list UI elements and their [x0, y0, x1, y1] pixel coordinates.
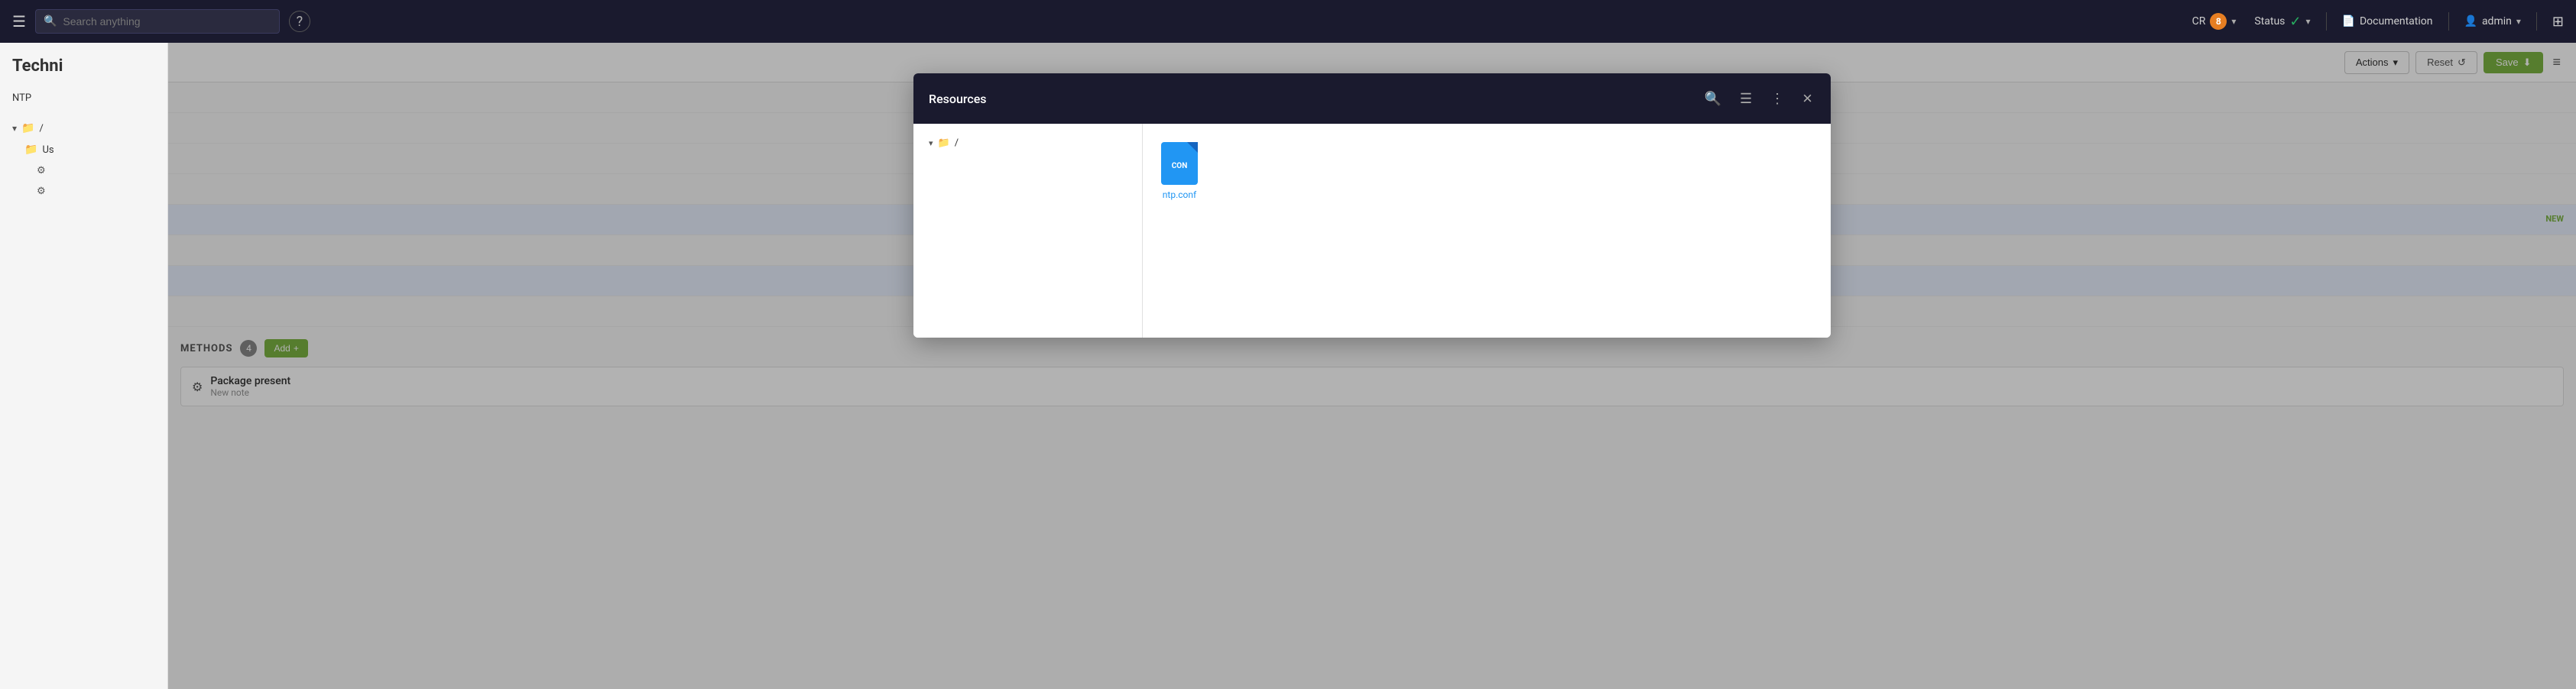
file-icon: CON [1161, 142, 1198, 185]
admin-icon: 👤 [2464, 15, 2477, 27]
admin-menu[interactable]: 👤 admin ▾ [2464, 15, 2521, 27]
folder-chevron-icon: ▾ [12, 123, 17, 134]
modal-header-actions: 🔍 ☰ ⋮ × [1702, 86, 1815, 112]
modal-close-button[interactable]: × [1799, 86, 1815, 112]
modal-body: ▾ 📁 / CON ntp.conf [913, 124, 1831, 338]
nav-divider-2 [2448, 12, 2449, 31]
modal-header: Resources 🔍 ☰ ⋮ × [913, 73, 1831, 124]
nav-divider-3 [2536, 12, 2537, 31]
status-check-icon: ✓ [2289, 14, 2301, 30]
file-icon-label: CON [1172, 162, 1188, 170]
admin-chevron-icon[interactable]: ▾ [2516, 16, 2521, 27]
nav-divider [2326, 12, 2327, 31]
sidebar-folder-us[interactable]: 📁 Us [0, 139, 167, 160]
doc-icon: 📄 [2342, 15, 2355, 27]
modal-folder-icon: 📁 [938, 137, 950, 149]
cr-count-badge: 8 [2210, 13, 2227, 30]
modal-overlay[interactable]: Resources 🔍 ☰ ⋮ × ▾ 📁 [168, 43, 2576, 689]
help-button[interactable]: ? [289, 11, 310, 32]
gear-icon-2: ⚙ [37, 186, 46, 197]
sidebar-folder-root[interactable]: ▾ 📁 / [0, 118, 167, 139]
modal-folder-chevron-icon: ▾ [929, 138, 933, 148]
folder-root-label: / [39, 123, 43, 134]
main-area: Techni NTP ▾ 📁 / 📁 Us ⚙ ⚙ Actions [0, 43, 2576, 689]
modal-sidebar: ▾ 📁 / [913, 124, 1143, 338]
gear-icon-1: ⚙ [37, 165, 46, 176]
modal-content: CON ntp.conf [1143, 124, 1831, 338]
hamburger-icon[interactable]: ☰ [12, 12, 26, 31]
doc-label: Documentation [2360, 15, 2433, 27]
sidebar-ntp-label: NTP [12, 92, 31, 104]
documentation-link[interactable]: 📄 Documentation [2342, 15, 2433, 27]
sidebar-gear-2[interactable]: ⚙ [0, 181, 167, 202]
navbar: ☰ 🔍 ? CR 8 ▾ Status ✓ ▾ 📄 Documentation … [0, 0, 2576, 43]
page-title: Techni [0, 50, 167, 82]
modal-sidebar-root[interactable]: ▾ 📁 / [923, 133, 1133, 154]
file-item-ntp-conf[interactable]: CON ntp.conf [1161, 142, 1198, 200]
sidebar: Techni NTP ▾ 📁 / 📁 Us ⚙ ⚙ [0, 43, 168, 689]
modal-folder-root-label: / [955, 137, 959, 149]
cr-label: CR [2192, 15, 2206, 27]
sidebar-gear-1[interactable]: ⚙ [0, 160, 167, 181]
search-icon: 🔍 [44, 15, 57, 27]
resources-modal: Resources 🔍 ☰ ⋮ × ▾ 📁 [913, 73, 1831, 338]
modal-list-button[interactable]: ☰ [1737, 88, 1755, 110]
folder-icon-2: 📁 [24, 144, 37, 156]
status-section: Status ✓ ▾ [2254, 14, 2310, 30]
modal-search-button[interactable]: 🔍 [1702, 88, 1724, 110]
content-area: Actions ▾ Reset ↺ Save ⬇ ≡ NEW [168, 43, 2576, 689]
folder-us-label: Us [42, 144, 54, 156]
modal-title: Resources [929, 92, 1702, 106]
cr-chevron-icon[interactable]: ▾ [2231, 16, 2236, 27]
file-name: ntp.conf [1163, 189, 1196, 200]
admin-label: admin [2482, 15, 2512, 27]
search-input[interactable] [63, 15, 271, 27]
status-label: Status [2254, 15, 2285, 27]
folder-icon: 📁 [21, 122, 34, 134]
grid-icon[interactable]: ⊞ [2552, 14, 2564, 30]
status-chevron-icon[interactable]: ▾ [2305, 16, 2310, 27]
search-bar[interactable]: 🔍 [35, 9, 280, 34]
sidebar-item-ntp[interactable]: NTP [0, 88, 167, 108]
cr-section: CR 8 ▾ [2192, 13, 2237, 30]
modal-dots-button[interactable]: ⋮ [1767, 88, 1787, 110]
